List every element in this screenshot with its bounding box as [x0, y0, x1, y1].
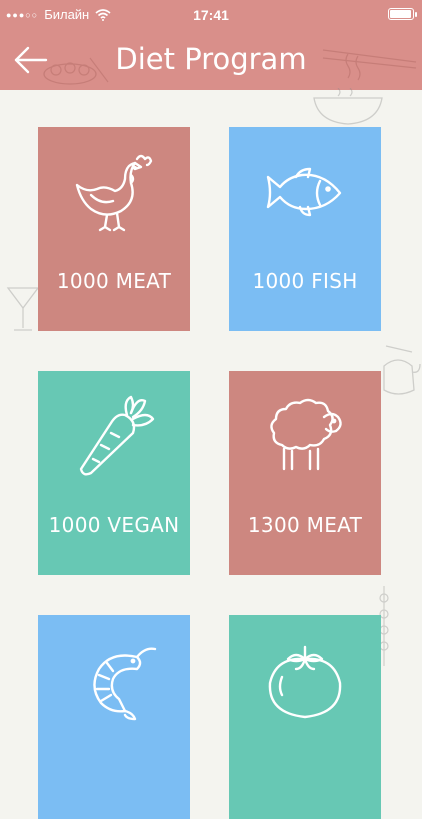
program-tile-1000-meat[interactable]: 1000 MEAT — [38, 127, 190, 331]
program-tile-1000-fish[interactable]: 1000 FISH — [229, 127, 381, 331]
tile-label: 1000 VEGAN — [48, 513, 180, 537]
status-time: 17:41 — [193, 7, 229, 23]
shrimp-icon — [93, 647, 157, 721]
battery-icon — [388, 8, 417, 20]
status-bar: ●●●○○ Билайн 17:41 — [0, 0, 422, 30]
program-tile-1000-vegan[interactable]: 1000 VEGAN — [38, 371, 190, 575]
skewer-decoration-icon — [379, 586, 389, 666]
tomato-icon — [268, 645, 342, 719]
tile-icon — [38, 637, 190, 723]
program-tile-shrimp[interactable] — [38, 615, 190, 819]
chicken-icon — [75, 154, 153, 232]
tile-label: 1000 FISH — [252, 269, 358, 293]
teapot-decoration-icon — [383, 345, 421, 395]
tile-label: 1000 MEAT — [56, 269, 172, 293]
battery-level — [390, 10, 411, 18]
program-tile-tomato[interactable] — [229, 615, 381, 819]
tile-icon — [229, 637, 381, 723]
bowl-decoration-icon — [313, 88, 383, 125]
tile-icon — [38, 149, 190, 235]
tile-icon — [229, 393, 381, 479]
tile-label: 1300 MEAT — [247, 513, 363, 537]
page-title: Diet Program — [115, 42, 307, 76]
carrot-icon — [79, 395, 155, 476]
tile-icon — [38, 393, 190, 479]
cocktail-glass-decoration-icon — [6, 287, 40, 331]
fish-icon — [266, 167, 342, 217]
nav-bar: Diet Program — [0, 30, 422, 90]
tile-icon — [229, 149, 381, 235]
sheep-icon — [270, 398, 342, 471]
program-tile-1300-meat[interactable]: 1300 MEAT — [229, 371, 381, 575]
